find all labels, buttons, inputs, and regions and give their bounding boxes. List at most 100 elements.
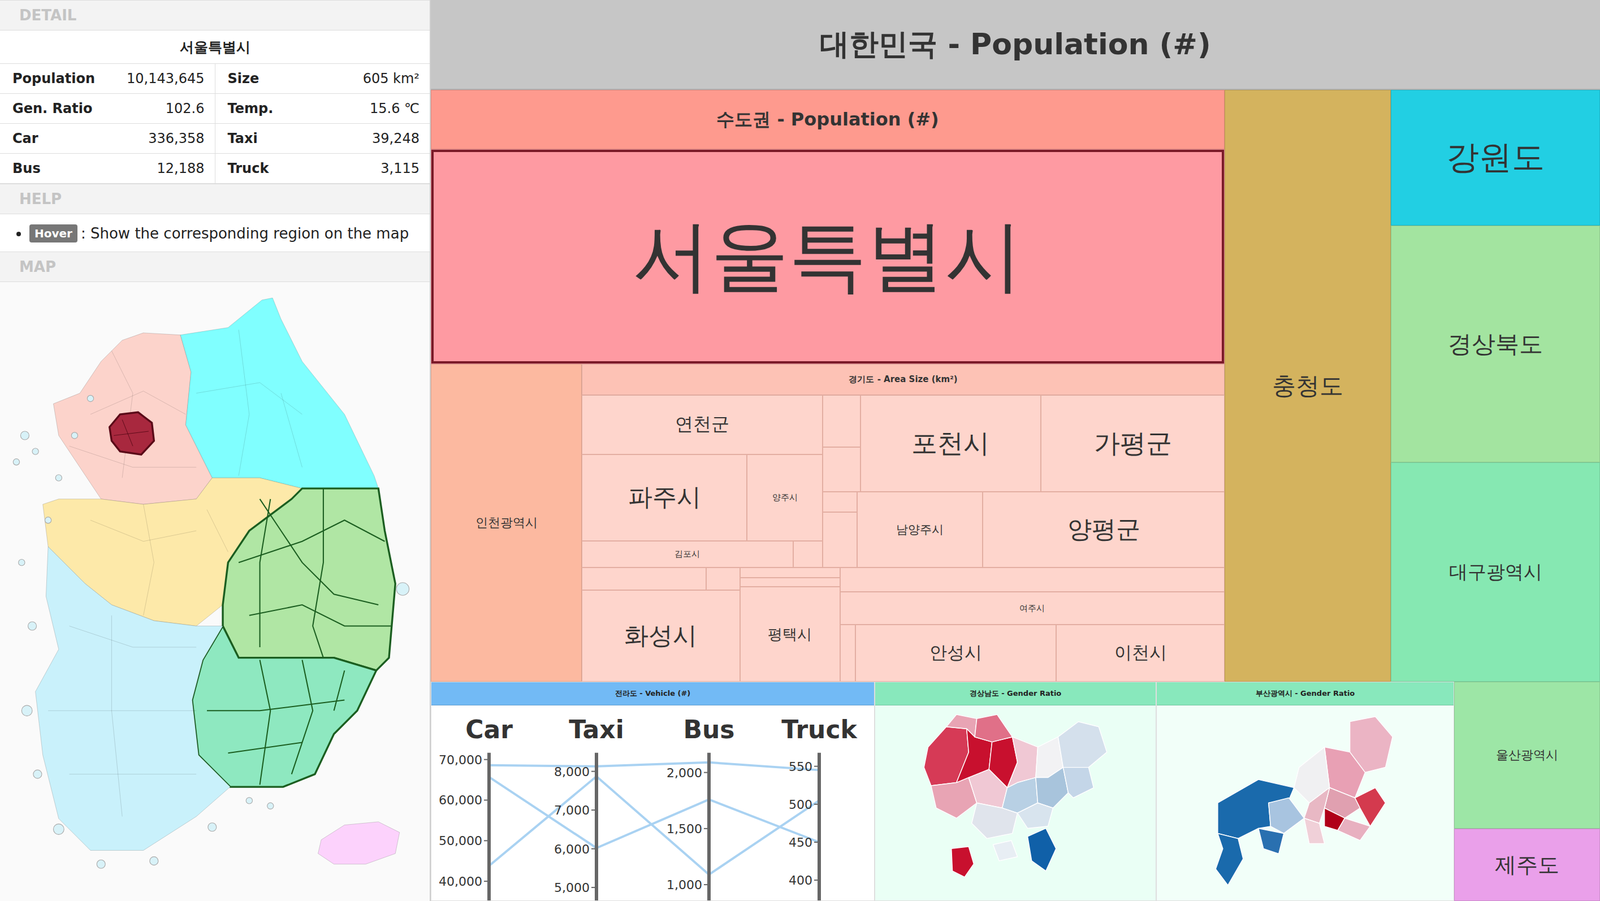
detail-value: 39,248 (372, 130, 420, 147)
district-cell[interactable] (822, 395, 861, 448)
map-region[interactable] (109, 412, 155, 455)
district-border (196, 382, 302, 415)
jeolla-header: 전라도 - Vehicle (#) (431, 682, 875, 706)
map-header: MAP (0, 251, 430, 283)
capital-lower: 인천광역시경기도 - Area Size (km²)연천군파주시양주시김포시화성… (430, 364, 1225, 682)
detail-value: 102.6 (165, 100, 205, 117)
district-cell[interactable] (822, 491, 858, 513)
district-region[interactable] (1355, 788, 1386, 827)
district-label: 이천시 (1114, 641, 1167, 665)
detail-label: Truck (227, 160, 270, 177)
province-cell[interactable]: 대구광역시 (1390, 462, 1600, 682)
region-fill[interactable] (35, 546, 231, 851)
axis-line (487, 753, 491, 901)
district-region[interactable] (1057, 721, 1107, 768)
district-cell[interactable]: 이천시 (1056, 624, 1225, 682)
detail-label: Population (12, 70, 95, 87)
district-cell[interactable]: 양평군 (982, 491, 1225, 568)
district-region[interactable] (974, 714, 1013, 743)
province-cell[interactable]: 울산광역시 (1454, 681, 1600, 829)
detail-pair: Car336,358 (0, 123, 215, 154)
region-selected-outline (222, 488, 396, 671)
district-region[interactable] (1258, 828, 1284, 854)
district-cell[interactable]: 가평군 (1040, 395, 1225, 492)
district-border (143, 504, 155, 616)
district-cell[interactable] (840, 567, 1225, 592)
district-cell[interactable]: 연천군 (581, 395, 823, 455)
region-fill[interactable] (222, 488, 396, 671)
district-region[interactable] (946, 714, 977, 738)
district-cell[interactable]: 김포시 (581, 541, 794, 568)
district-border (249, 604, 392, 626)
district-cell[interactable] (793, 541, 823, 568)
island (149, 856, 159, 866)
province-cell[interactable]: 강원도 (1390, 89, 1600, 226)
district-label: 연천군 (675, 412, 730, 438)
region-fill[interactable] (180, 297, 379, 489)
district-region[interactable] (992, 840, 1018, 862)
district-cell[interactable]: 포천시 (860, 395, 1041, 492)
map-area (0, 282, 430, 901)
district-cell[interactable] (740, 567, 841, 578)
district-region[interactable] (1017, 803, 1054, 829)
district-region[interactable] (1337, 818, 1371, 841)
province-label: 강원도 (1446, 135, 1545, 180)
series-line[interactable] (489, 776, 820, 876)
district-region[interactable] (1027, 828, 1057, 871)
detail-value: 15.6 ℃ (369, 100, 420, 117)
island (13, 458, 20, 465)
tick-label: 50,000 (438, 833, 483, 849)
province-cell[interactable]: 충청도 (1224, 89, 1391, 682)
district-label: 김포시 (674, 548, 700, 560)
region-selected-outline (180, 297, 379, 489)
province-cell[interactable]: 제주도 (1454, 828, 1600, 901)
district-region[interactable] (931, 777, 977, 819)
district-region[interactable] (1062, 767, 1094, 799)
district-region[interactable] (1268, 798, 1305, 834)
district-region[interactable] (971, 803, 1018, 840)
district-cell[interactable]: 화성시 (581, 590, 741, 682)
region-fill[interactable] (318, 822, 400, 865)
region-fill[interactable] (192, 625, 377, 787)
district-cell[interactable]: 파주시 (581, 454, 747, 542)
south-east-column: 울산광역시제주도 (1454, 681, 1600, 901)
incheon-cell[interactable]: 인천광역시 (430, 364, 582, 682)
map-region[interactable] (35, 546, 231, 851)
seoul-selection[interactable]: 서울특별시 (431, 149, 1225, 364)
district-cell[interactable]: 평택시 (740, 586, 841, 682)
district-region[interactable] (1304, 818, 1325, 844)
district-cell[interactable] (581, 567, 707, 591)
detail-label: Gen. Ratio (12, 100, 93, 117)
district-cell[interactable] (706, 567, 741, 591)
map-region[interactable] (180, 297, 379, 489)
region-fill[interactable] (109, 412, 155, 455)
district-cell[interactable]: 안성시 (855, 624, 1057, 682)
map-region[interactable] (318, 822, 400, 865)
district-region[interactable] (951, 846, 975, 878)
gyeongnam-panel: 경상남도 - Gender Ratio (874, 681, 1157, 901)
map-region[interactable] (192, 625, 377, 787)
district-region[interactable] (1215, 833, 1244, 886)
district-cell[interactable] (822, 447, 861, 492)
district-cell[interactable]: 남양주시 (857, 491, 983, 568)
region-hover-outline (180, 297, 379, 489)
detail-pair: Population10,143,645 (0, 63, 215, 94)
district-cell[interactable] (840, 624, 856, 682)
map-region[interactable] (222, 488, 396, 671)
tick-label: 40,000 (438, 874, 483, 889)
district-cell[interactable]: 양주시 (746, 454, 823, 542)
seoul-cell[interactable]: 서울특별시 (430, 149, 1225, 365)
district-region[interactable] (1035, 767, 1069, 809)
tick-label: 500 (788, 797, 813, 812)
province-cell[interactable]: 경상북도 (1390, 225, 1600, 463)
district-region[interactable] (968, 769, 1007, 808)
series-line[interactable] (489, 777, 820, 849)
region-hover-outline (318, 822, 400, 865)
district-cell[interactable] (740, 577, 841, 587)
series-line[interactable] (489, 762, 820, 771)
district-cell[interactable] (822, 512, 858, 568)
district-cell[interactable]: 여주시 (840, 591, 1225, 625)
axis-line (817, 753, 821, 901)
detail-value: 605 km² (362, 70, 420, 87)
axis-tick (483, 840, 490, 842)
